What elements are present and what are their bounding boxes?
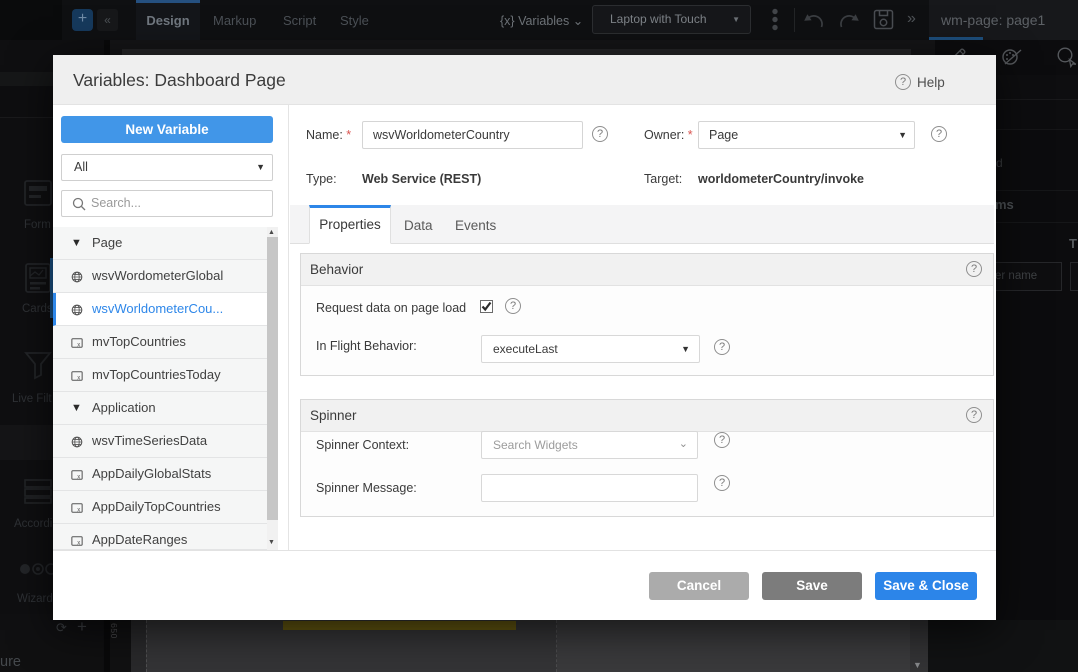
svg-text:x: x (77, 540, 80, 546)
svg-text:x: x (77, 375, 80, 381)
svg-text:x: x (77, 507, 80, 513)
svg-text:x: x (77, 342, 80, 348)
svg-text:x: x (77, 474, 80, 480)
